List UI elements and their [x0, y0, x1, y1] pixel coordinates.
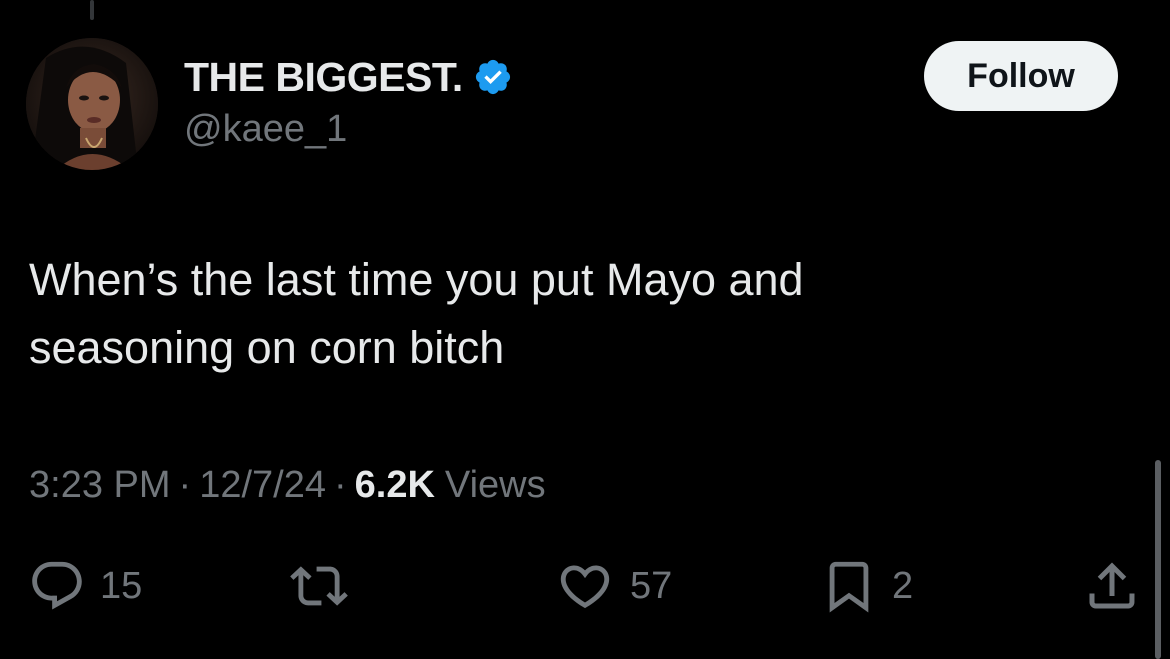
- verified-badge-icon: [473, 57, 513, 97]
- share-button[interactable]: [1082, 556, 1142, 616]
- tweet-actions: 15 57 2: [0, 556, 1170, 616]
- views-count[interactable]: 6.2K: [355, 464, 435, 507]
- repost-icon: [284, 557, 354, 615]
- heart-icon: [554, 557, 616, 615]
- like-button[interactable]: 57: [554, 556, 672, 616]
- thread-connector-line: [90, 0, 94, 20]
- views-label: Views: [444, 464, 546, 506]
- scrollbar[interactable]: [1155, 460, 1161, 659]
- reply-button[interactable]: 15: [28, 556, 142, 616]
- share-icon: [1082, 556, 1142, 616]
- bookmark-button[interactable]: 2: [820, 556, 913, 616]
- author-handle[interactable]: @kaee_1: [184, 108, 347, 151]
- follow-button[interactable]: Follow: [924, 41, 1118, 111]
- like-count: 57: [630, 564, 673, 607]
- author-display-name[interactable]: THE BIGGEST.: [184, 54, 463, 101]
- avatar[interactable]: [26, 38, 158, 170]
- avatar-image: [26, 38, 158, 170]
- meta-separator: ·: [333, 464, 347, 506]
- tweet-text: When’s the last time you put Mayo and se…: [29, 254, 804, 373]
- reply-icon: [28, 557, 86, 615]
- meta-separator: ·: [178, 464, 192, 506]
- tweet-meta: 3:23 PM · 12/7/24 · 6.2K Views: [29, 464, 546, 507]
- tweet-time[interactable]: 3:23 PM: [29, 464, 171, 507]
- bookmark-icon: [820, 557, 878, 615]
- bookmark-count: 2: [892, 564, 914, 607]
- repost-button[interactable]: [284, 556, 368, 616]
- author-name-row: THE BIGGEST.: [184, 52, 513, 102]
- tweet-date[interactable]: 12/7/24: [199, 464, 326, 507]
- reply-count: 15: [100, 564, 143, 607]
